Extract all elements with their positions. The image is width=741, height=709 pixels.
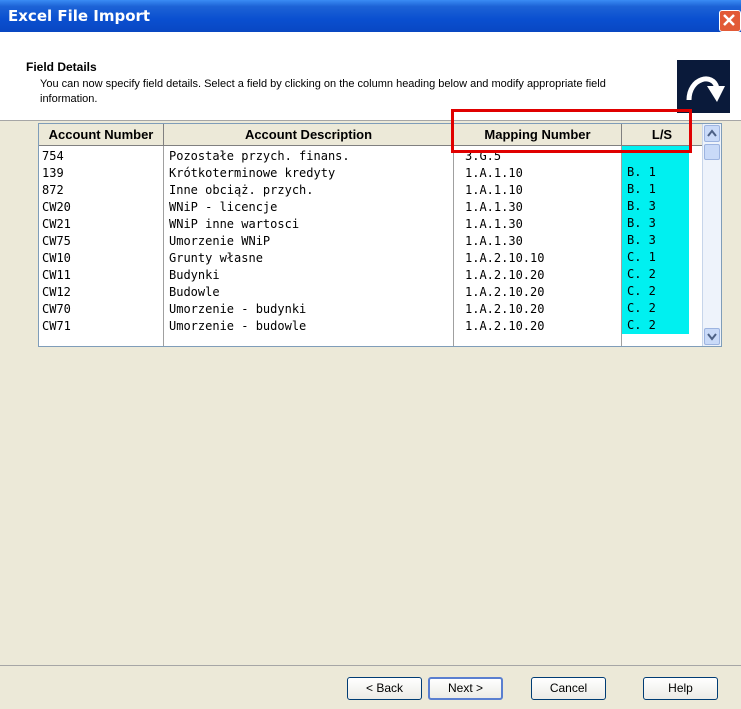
back-button[interactable]: < Back	[347, 677, 422, 700]
account-number-cell[interactable]: CW75	[42, 234, 71, 248]
mapping-number-cell[interactable]: 1.A.1.30	[465, 234, 523, 248]
scroll-up-button[interactable]	[704, 125, 720, 142]
cancel-button[interactable]: Cancel	[531, 677, 606, 700]
column-header-account-description[interactable]: Account Description	[164, 124, 454, 146]
mapping-number-cell[interactable]: 1.A.2.10.20	[465, 319, 544, 333]
title-bar[interactable]: Excel File Import	[0, 0, 741, 32]
account-description-cell[interactable]: Umorzenie - budowle	[169, 319, 306, 333]
section-description: You can now specify field details. Selec…	[40, 78, 606, 105]
account-description-cell[interactable]: Budowle	[169, 285, 220, 299]
ls-cell[interactable]: C. 1	[622, 249, 689, 266]
ls-cell[interactable]: B. 1	[622, 164, 689, 181]
account-number-cell[interactable]: CW21	[42, 217, 71, 231]
mapping-number-cell[interactable]: 1.A.1.10	[465, 166, 523, 180]
scroll-down-button[interactable]	[704, 328, 720, 345]
ls-cell[interactable]: C. 2	[622, 283, 689, 300]
account-number-cell[interactable]: CW10	[42, 251, 71, 265]
account-description-cell[interactable]: Umorzenie - budynki	[169, 302, 306, 316]
highlight-annotation	[451, 109, 692, 153]
ls-cell[interactable]: C. 2	[622, 300, 689, 317]
mapping-number-cell[interactable]: 1.A.2.10.20	[465, 268, 544, 282]
account-description-cell[interactable]: WNiP inne wartosci	[169, 217, 299, 231]
scroll-thumb[interactable]	[704, 144, 720, 160]
ls-cell[interactable]: B. 3	[622, 232, 689, 249]
account-number-cell[interactable]: 872	[42, 183, 64, 197]
mapping-number-cell[interactable]: 1.A.1.30	[465, 200, 523, 214]
account-description-cell[interactable]: Umorzenie WNiP	[169, 234, 270, 248]
field-grid[interactable]: Account Number Account Description Mappi…	[38, 123, 722, 347]
mapping-number-cell[interactable]: 1.A.1.10	[465, 183, 523, 197]
wizard-arrow-icon	[677, 60, 730, 113]
account-description-cell[interactable]: Pozostałe przych. finans.	[169, 149, 350, 163]
account-number-cell[interactable]: CW70	[42, 302, 71, 316]
ls-cell[interactable]: C. 2	[622, 266, 689, 283]
account-description-cell[interactable]: WNiP - licencje	[169, 200, 277, 214]
mapping-number-cell[interactable]: 1.A.1.30	[465, 217, 523, 231]
mapping-number-cell[interactable]: 1.A.2.10.20	[465, 302, 544, 316]
column-header-account-number[interactable]: Account Number	[39, 124, 164, 146]
account-number-cell[interactable]: 139	[42, 166, 64, 180]
excel-import-dialog: Excel File Import Field Details You can …	[0, 0, 741, 709]
next-button[interactable]: Next >	[428, 677, 503, 700]
account-description-cell[interactable]: Grunty własne	[169, 251, 263, 265]
mapping-number-cell[interactable]: 1.A.2.10.10	[465, 251, 544, 265]
account-description-cell[interactable]: Inne obciąż. przych.	[169, 183, 314, 197]
vertical-scrollbar[interactable]	[702, 124, 721, 346]
account-number-cell[interactable]: CW71	[42, 319, 71, 333]
ls-cell[interactable]: B. 3	[622, 215, 689, 232]
ls-cell[interactable]: B. 1	[622, 181, 689, 198]
ls-cell[interactable]: B. 3	[622, 198, 689, 215]
account-number-cell[interactable]: 754	[42, 149, 64, 163]
section-title: Field Details	[26, 60, 97, 74]
window-title: Excel File Import	[8, 7, 151, 25]
account-number-cell[interactable]: CW11	[42, 268, 71, 282]
close-button[interactable]	[719, 10, 741, 32]
chevron-down-icon	[707, 333, 717, 341]
account-description-cell[interactable]: Budynki	[169, 268, 220, 282]
close-icon	[723, 14, 735, 26]
mapping-number-cell[interactable]: 1.A.2.10.20	[465, 285, 544, 299]
account-number-cell[interactable]: CW12	[42, 285, 71, 299]
ls-cell[interactable]: C. 2	[622, 317, 689, 334]
account-number-cell[interactable]: CW20	[42, 200, 71, 214]
help-button[interactable]: Help	[643, 677, 718, 700]
chevron-up-icon	[707, 129, 717, 137]
account-description-cell[interactable]: Krótkoterminowe kredyty	[169, 166, 335, 180]
